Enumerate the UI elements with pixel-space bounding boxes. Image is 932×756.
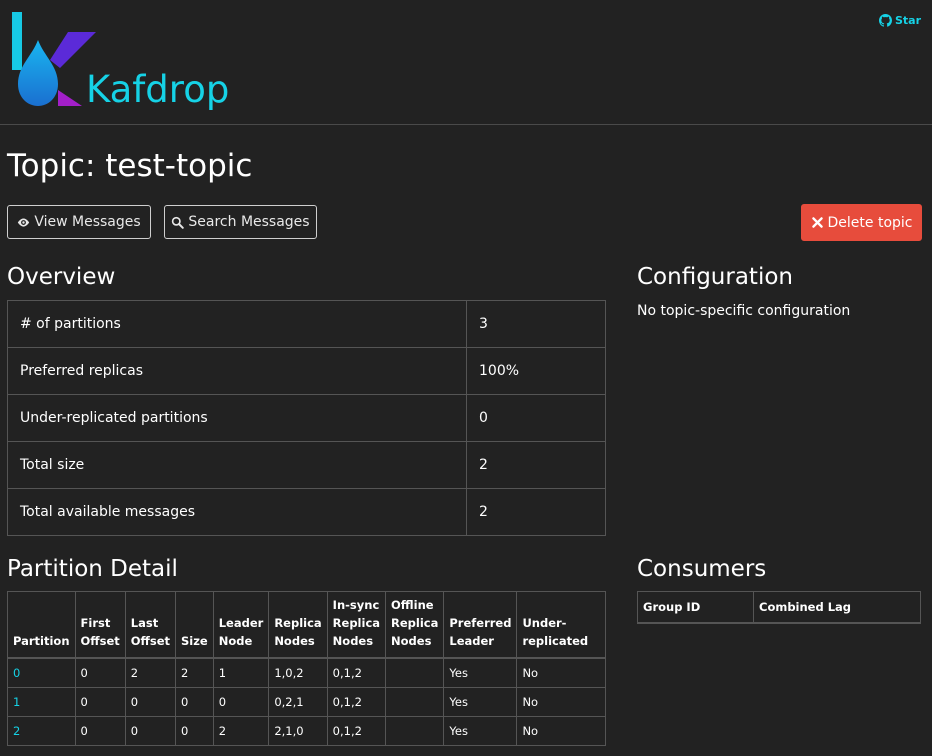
consumers-table: Group ID Combined Lag <box>637 591 921 624</box>
column-header-under-replicated[interactable]: Under-replicated <box>516 591 606 659</box>
search-icon <box>172 216 185 229</box>
first-offset-cell: 0 <box>74 716 126 746</box>
table-row: Under-replicated partitions 0 <box>7 394 606 442</box>
in-sync-replica-nodes-cell: 0,1,2 <box>326 657 387 688</box>
overview-value: 100% <box>466 347 606 395</box>
table-header-row: Partition First Offset Last Offset Size … <box>7 591 606 659</box>
page-title: Topic: test-topic <box>7 148 253 184</box>
size-cell: 2 <box>175 657 214 688</box>
column-header-last-offset[interactable]: Last Offset <box>124 591 177 659</box>
overview-label: Preferred replicas <box>7 347 467 395</box>
partition-id-cell: 2 <box>7 716 76 746</box>
github-star-link[interactable]: Star <box>879 14 921 27</box>
column-header-in-sync-replica-nodes[interactable]: In-sync Replica Nodes <box>326 591 387 659</box>
offline-replica-nodes-cell <box>385 657 445 688</box>
offline-replica-nodes-cell <box>385 716 445 746</box>
under-replicated-cell: No <box>516 687 606 717</box>
table-row: Total size 2 <box>7 441 606 489</box>
eye-icon <box>18 217 30 227</box>
under-replicated-cell: No <box>516 657 606 688</box>
preferred-leader-cell: Yes <box>443 716 518 746</box>
size-cell: 0 <box>175 687 214 717</box>
size-cell: 0 <box>175 716 214 746</box>
search-messages-button[interactable]: Search Messages <box>164 205 317 239</box>
brand-name[interactable]: Kafdrop <box>86 68 229 111</box>
table-row: Total available messages 2 <box>7 488 606 536</box>
column-header-first-offset[interactable]: First Offset <box>74 591 126 659</box>
view-messages-label: View Messages <box>34 214 141 230</box>
partition-id-cell: 0 <box>7 657 76 688</box>
replica-nodes-cell: 2,1,0 <box>268 716 328 746</box>
last-offset-cell: 2 <box>124 657 177 688</box>
star-label: Star <box>895 14 922 27</box>
table-row: Preferred replicas 100% <box>7 347 606 395</box>
overview-value: 2 <box>466 441 606 489</box>
preferred-leader-cell: Yes <box>443 657 518 688</box>
table-row: 2 0 0 0 2 2,1,0 0,1,2 Yes No <box>7 716 606 746</box>
overview-title: Overview <box>7 264 116 290</box>
app-header: Kafdrop Star <box>0 0 932 125</box>
partition-link[interactable]: 2 <box>13 724 20 738</box>
overview-value: 3 <box>466 300 606 348</box>
delete-topic-button[interactable]: Delete topic <box>801 204 922 241</box>
close-icon <box>811 217 823 228</box>
last-offset-cell: 0 <box>124 716 177 746</box>
partition-detail-table: Partition First Offset Last Offset Size … <box>7 591 606 746</box>
preferred-leader-cell: Yes <box>443 687 518 717</box>
partition-link[interactable]: 1 <box>13 695 20 709</box>
first-offset-cell: 0 <box>74 687 126 717</box>
replica-nodes-cell: 1,0,2 <box>268 657 328 688</box>
column-header-offline-replica-nodes[interactable]: Offline Replica Nodes <box>385 591 445 659</box>
column-header-replica-nodes[interactable]: Replica Nodes <box>268 591 328 659</box>
under-replicated-cell: No <box>516 716 606 746</box>
github-icon <box>879 14 892 27</box>
leader-node-cell: 2 <box>212 716 270 746</box>
column-header-group-id[interactable]: Group ID <box>637 591 754 624</box>
configuration-title: Configuration <box>637 264 793 290</box>
overview-value: 2 <box>466 488 606 536</box>
last-offset-cell: 0 <box>124 687 177 717</box>
leader-node-cell: 1 <box>212 657 270 688</box>
replica-nodes-cell: 0,2,1 <box>268 687 328 717</box>
column-header-partition[interactable]: Partition <box>7 591 76 659</box>
overview-label: Total available messages <box>7 488 467 536</box>
consumers-title: Consumers <box>637 556 767 582</box>
overview-label: # of partitions <box>7 300 467 348</box>
overview-table: # of partitions 3 Preferred replicas 100… <box>7 300 606 536</box>
overview-value: 0 <box>466 394 606 442</box>
table-row: 0 0 2 2 1 1,0,2 0,1,2 Yes No <box>7 657 606 688</box>
column-header-leader-node[interactable]: Leader Node <box>212 591 270 659</box>
overview-label: Under-replicated partitions <box>7 394 467 442</box>
configuration-text: No topic-specific configuration <box>637 303 851 319</box>
partition-link[interactable]: 0 <box>13 666 20 680</box>
column-header-preferred-leader[interactable]: Preferred Leader <box>443 591 518 659</box>
table-row: 1 0 0 0 0 0,2,1 0,1,2 Yes No <box>7 687 606 717</box>
offline-replica-nodes-cell <box>385 687 445 717</box>
view-messages-button[interactable]: View Messages <box>7 205 151 239</box>
first-offset-cell: 0 <box>74 657 126 688</box>
column-header-size[interactable]: Size <box>175 591 214 659</box>
in-sync-replica-nodes-cell: 0,1,2 <box>326 716 387 746</box>
partition-id-cell: 1 <box>7 687 76 717</box>
delete-topic-label: Delete topic <box>827 214 913 231</box>
in-sync-replica-nodes-cell: 0,1,2 <box>326 687 387 717</box>
partition-detail-title: Partition Detail <box>7 556 178 582</box>
leader-node-cell: 0 <box>212 687 270 717</box>
column-header-combined-lag[interactable]: Combined Lag <box>753 591 921 624</box>
table-row: # of partitions 3 <box>7 300 606 348</box>
table-header-row: Group ID Combined Lag <box>637 591 921 624</box>
overview-label: Total size <box>7 441 467 489</box>
search-messages-label: Search Messages <box>188 214 310 230</box>
